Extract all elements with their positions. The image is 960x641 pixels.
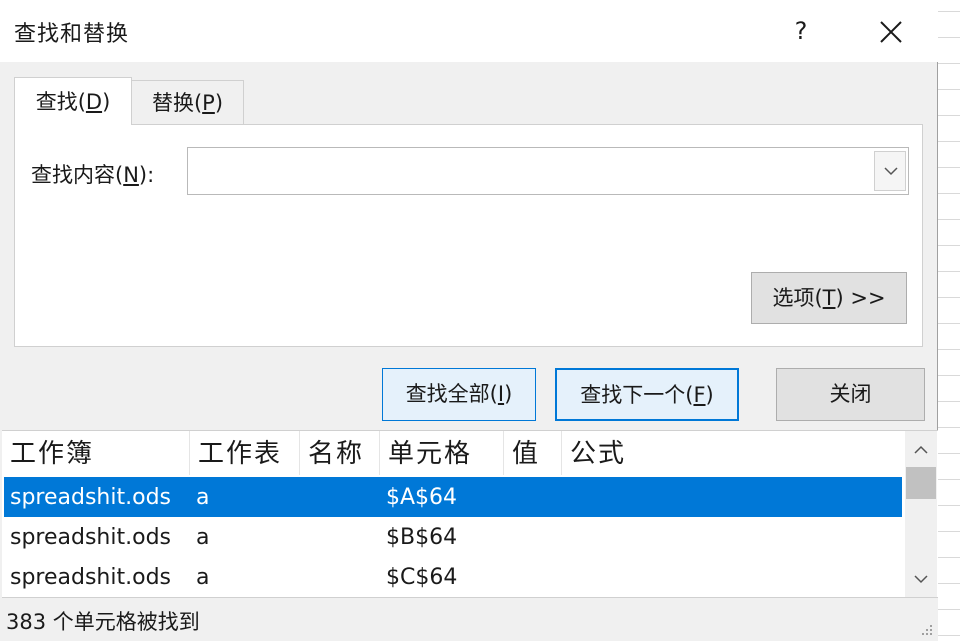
dialog-title: 查找和替换 [14, 22, 130, 47]
cell-workbook: spreadshit.ods [10, 525, 171, 550]
scroll-down-button[interactable] [905, 565, 937, 595]
cell-address: $C$64 [386, 565, 458, 590]
tab-find-accesskey: D [85, 90, 103, 114]
close-window-button[interactable] [870, 14, 910, 50]
scroll-up-button[interactable] [905, 435, 937, 465]
results-header: 工作簿 工作表 名称 单元格 值 公式 [2, 431, 902, 475]
options-label: 选项( [772, 286, 823, 310]
table-row[interactable]: spreadshit.ods a $B$64 [4, 517, 902, 557]
table-row[interactable]: spreadshit.ods a $A$64 [4, 477, 902, 517]
find-next-button[interactable]: 查找下一个(F) [555, 368, 739, 421]
find-what-input[interactable] [190, 150, 874, 192]
help-button[interactable]: ? [786, 12, 816, 50]
find-what-label-text: 查找内容( [31, 163, 124, 187]
find-what-combobox [187, 147, 909, 195]
find-next-label-end: ) [705, 383, 714, 407]
cell-address: $B$64 [386, 525, 458, 550]
table-row[interactable]: spreadshit.ods a $C$64 [4, 557, 902, 597]
cell-sheet: a [196, 525, 210, 550]
find-history-dropdown-button[interactable] [874, 151, 906, 191]
find-all-button[interactable]: 查找全部(I) [382, 368, 536, 421]
resize-grip-icon[interactable] [918, 621, 934, 637]
tab-replace-label: 替换( [151, 91, 203, 115]
options-accesskey: T [822, 286, 836, 310]
status-bar: 383 个单元格被找到 [0, 598, 938, 641]
tab-replace-accesskey: P [202, 91, 215, 115]
tab-replace[interactable]: 替换(P) [132, 80, 244, 125]
title-bar: 查找和替换 ? [0, 0, 938, 62]
column-header-value[interactable]: 值 [504, 431, 562, 475]
results-list: 工作簿 工作表 名称 单元格 值 公式 spreadshit.ods a $A$… [2, 430, 938, 598]
find-replace-dialog: 查找和替换 ? 查找(D) 替换(P) 查找内容(N): 选项(T) >> 查找… [0, 0, 938, 641]
tab-find-label-end: ) [102, 90, 111, 114]
find-next-label: 查找下一个( [580, 383, 694, 407]
options-button[interactable]: 选项(T) >> [751, 272, 907, 324]
scroll-thumb[interactable] [906, 467, 936, 499]
chevron-up-icon [914, 445, 928, 454]
tab-find[interactable]: 查找(D) [14, 77, 132, 125]
chevron-down-icon [914, 575, 928, 584]
find-all-label: 查找全部( [405, 382, 498, 406]
cell-workbook: spreadshit.ods [10, 485, 171, 510]
find-what-label-end: ): [138, 163, 155, 187]
column-header-sheet[interactable]: 工作表 [190, 431, 300, 475]
find-all-label-end: ) [504, 382, 513, 406]
options-label-end: ) >> [835, 286, 886, 310]
results-scrollbar[interactable] [905, 431, 937, 597]
cell-sheet: a [196, 565, 210, 590]
tab-replace-label-end: ) [214, 91, 224, 115]
find-next-accesskey: F [693, 383, 706, 407]
cell-sheet: a [196, 485, 210, 510]
cell-address: $A$64 [386, 485, 458, 510]
find-what-accesskey: N [123, 163, 139, 187]
status-text: 383 个单元格被找到 [6, 610, 200, 634]
close-icon [880, 21, 902, 43]
column-header-formula[interactable]: 公式 [562, 431, 902, 475]
find-what-label: 查找内容(N): [31, 159, 154, 189]
chevron-down-icon [884, 167, 898, 176]
close-button[interactable]: 关闭 [776, 368, 925, 421]
column-header-cell[interactable]: 单元格 [380, 431, 504, 475]
column-header-workbook[interactable]: 工作簿 [2, 431, 190, 475]
cell-workbook: spreadshit.ods [10, 565, 171, 590]
find-tab-panel: 查找内容(N): 选项(T) >> [14, 124, 923, 347]
column-header-name[interactable]: 名称 [300, 431, 380, 475]
tab-find-label: 查找( [35, 90, 86, 114]
